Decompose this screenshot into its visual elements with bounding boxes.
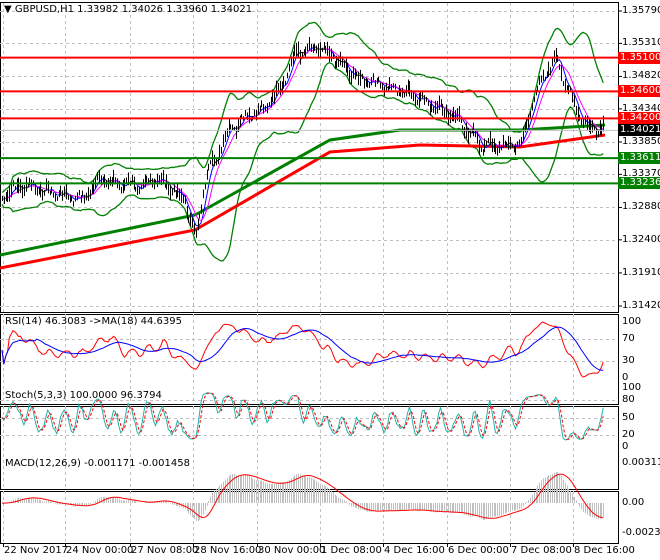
macd-axis-label: 0.00 [622,497,645,508]
rsi-axis-label: 30 [622,355,635,367]
price-axis-label: 1.35310 [622,37,660,49]
rsi-line [1,321,604,378]
current-price-tag: 1.34021 [618,124,660,137]
level-price-tag: 1.33611 [618,152,660,165]
ohlc-values: 1.33982 1.34026 1.33960 1.34021 [77,4,253,15]
macd-axis-label: 0.003111 [622,457,660,468]
moving-average-blue [1,46,604,227]
price-axis-label: 1.32400 [622,233,660,245]
level-price-tag: 1.35100 [618,51,660,64]
level-price-tag: 1.34600 [618,85,660,98]
stoch-title: Stoch(5,3,3) 100.0000 96.3794 [5,390,162,401]
stoch-axis-label: 80 [622,393,635,405]
level-price-tag: 1.34200 [618,112,660,125]
time-label: 24 Nov 00:00 [66,545,134,556]
price-axis-label: 1.35790 [622,5,660,16]
time-label: 8 Dec 16:00 [574,545,635,556]
time-label: 4 Dec 16:00 [384,545,445,556]
price-axis-label: 1.34820 [622,70,660,82]
moving-average-magenta [1,47,604,222]
price-axis-label: 1.32880 [622,201,660,213]
chart-window[interactable]: ▼ GBPUSD,H1 1.33982 1.34026 1.33960 1.34… [0,0,660,560]
stoch-axis-label: 0 [622,441,629,452]
time-label: 6 Dec 00:00 [448,545,509,556]
macd-title: MACD(12,26,9) -0.001171 -0.001458 [5,458,190,469]
stoch-axis-label: 100 [622,382,642,393]
rsi-title: RSI(14) 46.3083 ->MA(18) 44.6395 [5,316,182,327]
rsi-axis-label: 70 [622,332,635,344]
chart-canvas[interactable] [0,0,660,560]
time-label: 22 Nov 2017 [4,545,69,556]
time-label: 1 Dec 08:00 [321,545,382,556]
bollinger-lower [1,61,604,262]
stoch-axis-label: 20 [622,429,635,441]
level-price-tag: 1.33236 [618,177,660,190]
symbol-header: ▼ GBPUSD,H1 1.33982 1.34026 1.33960 1.34… [4,4,252,16]
time-label: 7 Dec 08:00 [511,545,572,556]
time-label: 30 Nov 00:00 [258,545,326,556]
time-label: 28 Nov 16:00 [194,545,262,556]
symbol-label: GBPUSD,H1 [14,4,74,15]
dropdown-triangle-icon[interactable]: ▼ [4,4,12,15]
price-axis-label: 1.33850 [622,135,660,147]
price-axis-label: 1.31420 [622,300,660,311]
stoch-axis-label: 50 [622,411,635,423]
macd-axis-label: -0.002312 [622,527,660,539]
price-axis-label: 1.31910 [622,266,660,278]
time-label: 27 Nov 08:00 [131,545,199,556]
rsi-axis-label: 100 [622,316,642,327]
